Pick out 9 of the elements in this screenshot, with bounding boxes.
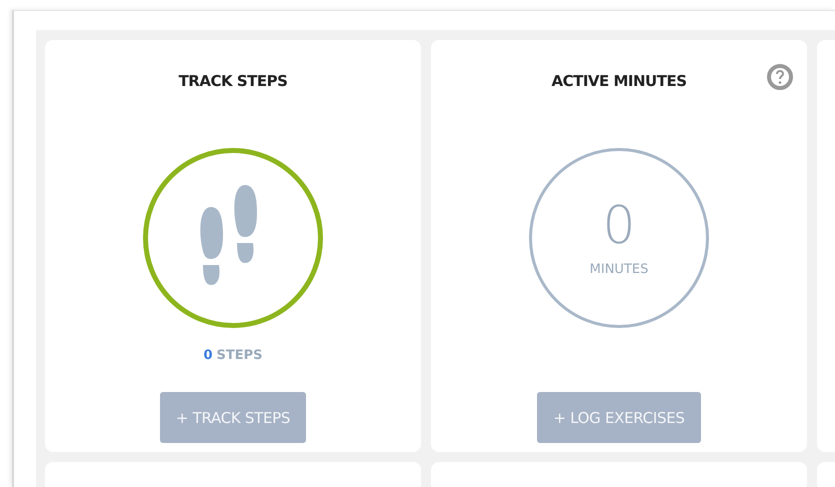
minutes-label: MINUTES: [590, 262, 648, 276]
help-icon[interactable]: [767, 64, 793, 90]
steps-label: STEPS: [216, 348, 263, 365]
add-button[interactable]: + LOG EXERCISES: [537, 392, 701, 443]
add-button[interactable]: + TRACK STEPS: [160, 392, 306, 443]
minutes-count: 0: [602, 200, 636, 252]
card-title: ACTIVE MINUTES: [551, 71, 687, 92]
card-title: TRACK STEPS: [178, 71, 288, 92]
steps-count: 0: [203, 348, 213, 365]
